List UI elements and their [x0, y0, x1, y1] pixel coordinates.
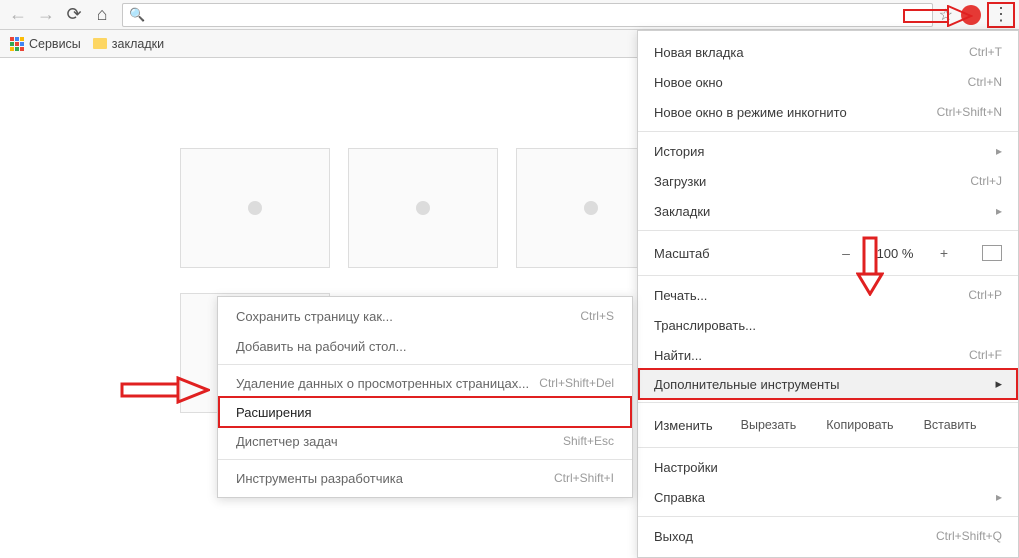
ntp-tile[interactable] — [348, 148, 498, 268]
apps-label: Сервисы — [29, 37, 81, 51]
menu-shortcut: Ctrl+P — [968, 288, 1002, 302]
chevron-right-icon: ▸ — [996, 144, 1002, 158]
menu-label: Справка — [654, 490, 705, 505]
reload-button[interactable]: ⟳ — [60, 2, 88, 28]
ntp-tile[interactable] — [180, 148, 330, 268]
paste-button[interactable]: Вставить — [916, 418, 985, 432]
menu-item-downloads[interactable]: Загрузки Ctrl+J — [638, 166, 1018, 196]
folder-icon — [93, 38, 107, 49]
more-tools-submenu: Сохранить страницу как... Ctrl+S Добавит… — [217, 296, 633, 498]
submenu-item-task-manager[interactable]: Диспетчер задач Shift+Esc — [218, 426, 632, 456]
submenu-separator — [218, 459, 632, 460]
menu-shortcut: Ctrl+T — [969, 45, 1002, 59]
menu-label: Новое окно в режиме инкогнито — [654, 105, 847, 120]
bookmark-star-icon[interactable]: ☆ — [939, 5, 953, 25]
menu-label: Транслировать... — [654, 318, 756, 333]
menu-item-bookmarks[interactable]: Закладки ▸ — [638, 196, 1018, 226]
menu-item-exit[interactable]: Выход Ctrl+Shift+Q — [638, 521, 1018, 551]
extension-badge-icon[interactable] — [961, 5, 981, 25]
apps-shortcut[interactable]: Сервисы — [10, 37, 81, 51]
copy-button[interactable]: Копировать — [818, 418, 901, 432]
menu-shortcut: Ctrl+Shift+N — [937, 105, 1002, 119]
submenu-separator — [218, 364, 632, 365]
zoom-label: Масштаб — [654, 246, 710, 261]
submenu-shortcut: Shift+Esc — [563, 434, 614, 448]
main-menu: Новая вкладка Ctrl+T Новое окно Ctrl+N Н… — [637, 30, 1019, 558]
menu-item-find[interactable]: Найти... Ctrl+F — [638, 340, 1018, 370]
submenu-label: Добавить на рабочий стол... — [236, 339, 407, 354]
menu-item-incognito[interactable]: Новое окно в режиме инкогнито Ctrl+Shift… — [638, 97, 1018, 127]
menu-shortcut: Ctrl+N — [968, 75, 1002, 89]
menu-item-cast[interactable]: Транслировать... — [638, 310, 1018, 340]
submenu-shortcut: Ctrl+Shift+Del — [539, 376, 614, 390]
menu-item-history[interactable]: История ▸ — [638, 136, 1018, 166]
forward-button[interactable]: → — [32, 2, 60, 28]
search-icon: 🔍 — [129, 7, 145, 23]
home-button[interactable]: ⌂ — [88, 2, 116, 28]
zoom-value: 100 % — [870, 246, 920, 261]
fullscreen-icon[interactable] — [982, 245, 1002, 261]
edit-label: Изменить — [654, 418, 713, 433]
apps-grid-icon — [10, 37, 24, 51]
back-button[interactable]: ← — [4, 2, 32, 28]
zoom-out-button[interactable]: – — [834, 245, 858, 261]
menu-label: Загрузки — [654, 174, 706, 189]
menu-label: Новое окно — [654, 75, 723, 90]
menu-separator — [638, 230, 1018, 231]
bookmarks-folder-label: закладки — [112, 37, 164, 51]
menu-item-settings[interactable]: Настройки — [638, 452, 1018, 482]
submenu-label: Расширения — [236, 405, 312, 420]
browser-toolbar: ← → ⟳ ⌂ 🔍 ☆ ⋮ — [0, 0, 1019, 30]
menu-separator — [638, 131, 1018, 132]
menu-separator — [638, 516, 1018, 517]
menu-label: Новая вкладка — [654, 45, 744, 60]
submenu-shortcut: Ctrl+Shift+I — [554, 471, 614, 485]
menu-item-new-window[interactable]: Новое окно Ctrl+N — [638, 67, 1018, 97]
chevron-right-icon: ▸ — [995, 376, 1002, 392]
submenu-item-add-desktop[interactable]: Добавить на рабочий стол... — [218, 331, 632, 361]
menu-label: Закладки — [654, 204, 710, 219]
submenu-label: Инструменты разработчика — [236, 471, 403, 486]
omnibox[interactable]: 🔍 — [122, 3, 933, 27]
submenu-shortcut: Ctrl+S — [580, 309, 614, 323]
menu-item-help[interactable]: Справка ▸ — [638, 482, 1018, 512]
submenu-item-dev-tools[interactable]: Инструменты разработчика Ctrl+Shift+I — [218, 463, 632, 493]
menu-separator — [638, 447, 1018, 448]
chevron-right-icon: ▸ — [996, 204, 1002, 218]
submenu-item-extensions[interactable]: Расширения — [218, 396, 632, 428]
cut-button[interactable]: Вырезать — [733, 418, 805, 432]
submenu-label: Удаление данных о просмотренных страница… — [236, 376, 529, 391]
submenu-label: Диспетчер задач — [236, 434, 338, 449]
menu-item-print[interactable]: Печать... Ctrl+P — [638, 280, 1018, 310]
most-visited-tiles — [180, 148, 666, 268]
menu-shortcut: Ctrl+J — [970, 174, 1002, 188]
menu-label: История — [654, 144, 704, 159]
menu-item-new-tab[interactable]: Новая вкладка Ctrl+T — [638, 37, 1018, 67]
menu-item-edit: Изменить Вырезать Копировать Вставить — [638, 407, 1018, 443]
menu-shortcut: Ctrl+Shift+Q — [936, 529, 1002, 543]
menu-separator — [638, 402, 1018, 403]
menu-item-more-tools[interactable]: Дополнительные инструменты ▸ — [638, 368, 1018, 400]
menu-shortcut: Ctrl+F — [969, 348, 1002, 362]
menu-separator — [638, 275, 1018, 276]
menu-label: Настройки — [654, 460, 718, 475]
submenu-label: Сохранить страницу как... — [236, 309, 393, 324]
menu-label: Печать... — [654, 288, 707, 303]
menu-label: Найти... — [654, 348, 702, 363]
zoom-in-button[interactable]: + — [932, 245, 956, 261]
submenu-item-clear-data[interactable]: Удаление данных о просмотренных страница… — [218, 368, 632, 398]
zoom-controls: – 100 % + — [834, 245, 1002, 261]
chevron-right-icon: ▸ — [996, 490, 1002, 504]
omnibox-input[interactable] — [151, 7, 925, 22]
submenu-item-save-as[interactable]: Сохранить страницу как... Ctrl+S — [218, 301, 632, 331]
bookmarks-folder[interactable]: закладки — [93, 37, 164, 51]
menu-label: Дополнительные инструменты — [654, 377, 840, 392]
menu-item-zoom: Масштаб – 100 % + — [638, 235, 1018, 271]
menu-button[interactable]: ⋮ — [987, 2, 1015, 28]
